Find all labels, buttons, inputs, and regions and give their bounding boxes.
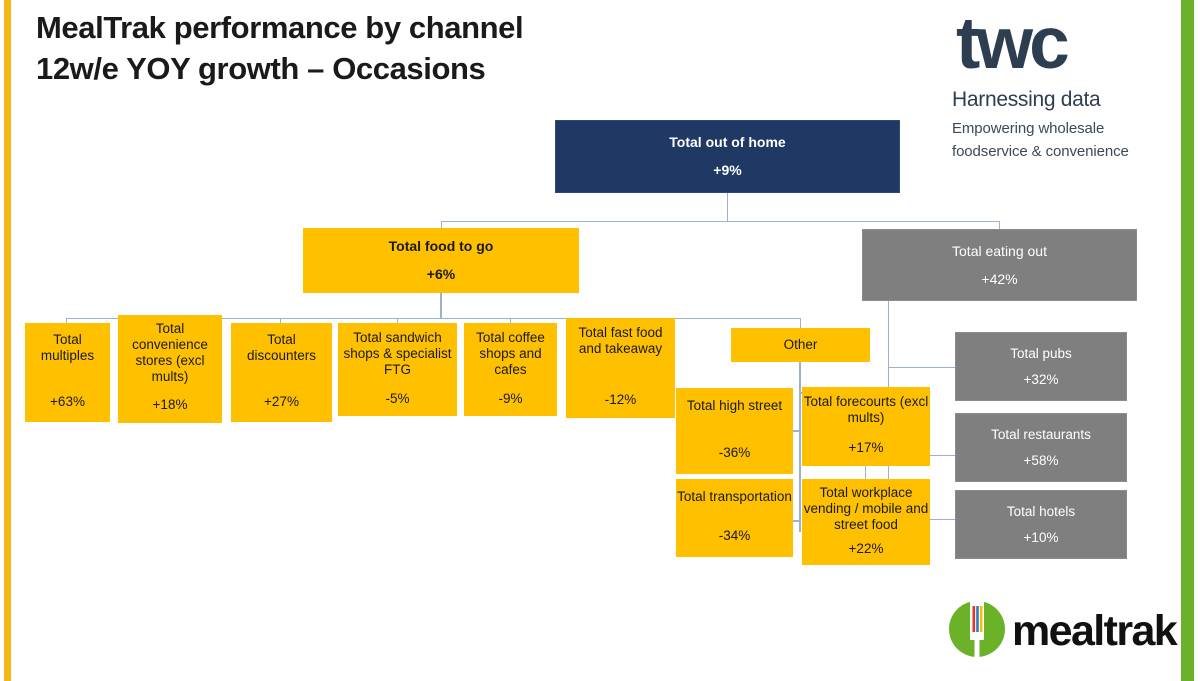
node-total-restaurants[interactable]: Total restaurants +58% (955, 413, 1127, 482)
twc-tagline-secondary: Empowering wholesale foodservice & conve… (952, 120, 1129, 160)
node-value: -36% (718, 445, 751, 461)
node-label: Total transportation (677, 489, 792, 504)
node-value: +6% (426, 266, 456, 282)
node-label: Total hotels (1006, 503, 1076, 519)
node-label: Total discounters (246, 332, 317, 363)
node-value: +10% (1023, 529, 1059, 545)
node-value: +63% (50, 394, 85, 410)
connector-root-bus (441, 221, 1000, 222)
node-value: -5% (385, 391, 410, 407)
node-total-workplace-vending[interactable]: Total workplace vending / mobile and str… (802, 479, 930, 565)
title-line-2: 12w/e YOY growth – Occasions (36, 50, 486, 86)
node-value: +9% (713, 162, 742, 178)
node-label: Total out of home (669, 134, 786, 151)
node-value: +27% (264, 394, 299, 410)
left-accent-bar (4, 0, 11, 681)
node-value: +58% (1023, 452, 1059, 468)
node-label: Total multiples (40, 332, 95, 363)
node-total-hotels[interactable]: Total hotels +10% (955, 490, 1127, 559)
connector-other-stem (799, 362, 801, 392)
twc-logo: twc Harnessing data Empowering wholesale… (952, 3, 1164, 163)
node-label: Total eating out (952, 242, 1047, 259)
node-label: Total workplace vending / mobile and str… (803, 485, 929, 532)
connector-to-high-street (793, 430, 801, 432)
node-total-fast-food[interactable]: Total fast food and takeaway -12% (566, 318, 675, 418)
title-line-1: MealTrak performance by channel (36, 10, 524, 45)
node-label: Total fast food and takeaway (578, 325, 663, 356)
node-value: -9% (498, 391, 523, 407)
node-label: Total sandwich shops & specialist FTG (343, 330, 452, 377)
node-total-discounters[interactable]: Total discounters +27% (231, 323, 332, 422)
node-value: -12% (604, 392, 637, 408)
node-total-sandwich-shops[interactable]: Total sandwich shops & specialist FTG -5… (338, 323, 457, 416)
connector-to-transportation (793, 520, 801, 522)
connector-root-stem (727, 193, 728, 221)
connector-to-pubs (888, 367, 956, 368)
mealtrak-logo: mealtrak (948, 598, 1180, 664)
connector-ftg-stem (440, 293, 442, 318)
node-label: Total coffee shops and cafes (476, 330, 545, 377)
node-label: Total high street (686, 398, 783, 413)
mealtrak-fork-icon (948, 600, 1006, 658)
node-value: +18% (152, 397, 188, 413)
slide-canvas: MealTrak performance by channel 12w/e YO… (0, 0, 1200, 681)
node-value: +17% (848, 440, 884, 456)
twc-tagline-primary: Harnessing data (952, 88, 1101, 112)
node-value: -34% (718, 528, 751, 544)
node-total-convenience-stores[interactable]: Total convenience stores (excl mults) +1… (118, 315, 222, 423)
connector-other-bus (799, 392, 801, 532)
mealtrak-wordmark: mealtrak (1012, 607, 1178, 655)
node-total-out-of-home[interactable]: Total out of home +9% (555, 120, 900, 193)
twc-wordmark: twc (956, 3, 1070, 84)
node-total-high-street[interactable]: Total high street -36% (676, 388, 793, 474)
node-label: Total pubs (1010, 345, 1072, 361)
node-label: Other (783, 337, 818, 353)
node-total-food-to-go[interactable]: Total food to go +6% (303, 228, 579, 293)
page-title: MealTrak performance by channel 12w/e YO… (36, 8, 736, 90)
node-label: Total restaurants (991, 426, 1091, 442)
connector-to-eating-out (999, 221, 1000, 229)
node-total-multiples[interactable]: Total multiples +63% (25, 323, 110, 422)
node-total-pubs[interactable]: Total pubs +32% (955, 332, 1127, 401)
node-label: Total food to go (388, 238, 494, 255)
node-total-transportation[interactable]: Total transportation -34% (676, 479, 793, 557)
node-total-eating-out[interactable]: Total eating out +42% (862, 229, 1137, 301)
right-accent-bar (1181, 0, 1194, 681)
connector-to-workplace (865, 466, 866, 479)
node-label: Total forecourts (excl mults) (803, 394, 929, 425)
connector-eo-stem (888, 301, 889, 367)
node-label: Total convenience stores (excl mults) (132, 321, 208, 384)
connector-to-other (800, 318, 801, 328)
node-total-forecourts[interactable]: Total forecourts (excl mults) +17% (802, 387, 930, 466)
node-value: +32% (1023, 371, 1059, 387)
node-value: +22% (848, 541, 884, 557)
node-other[interactable]: Other (731, 328, 870, 362)
node-total-coffee-shops[interactable]: Total coffee shops and cafes -9% (464, 323, 557, 416)
node-value: +42% (981, 270, 1018, 287)
